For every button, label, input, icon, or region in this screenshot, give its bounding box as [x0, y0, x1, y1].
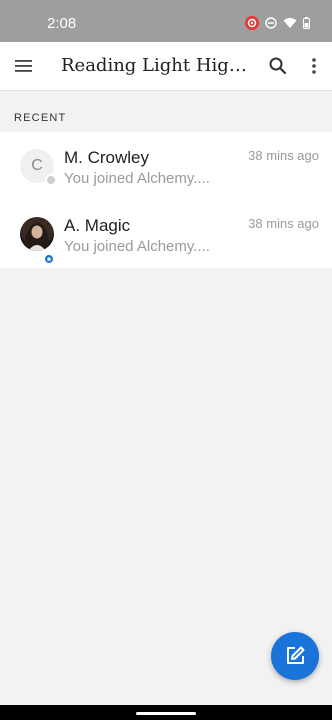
- page-title: Reading Light High Sc...: [61, 55, 257, 76]
- menu-button[interactable]: [12, 54, 36, 78]
- app-bar: Reading Light High Sc...: [0, 42, 332, 91]
- avatar: [20, 217, 54, 251]
- message-time: 38 mins ago: [248, 216, 319, 231]
- section-label: RECENT: [14, 112, 67, 124]
- wifi-icon: [283, 18, 297, 28]
- menu-icon: [15, 60, 32, 72]
- more-options-button[interactable]: [302, 54, 326, 78]
- message-time: 38 mins ago: [248, 148, 319, 163]
- search-icon: [269, 57, 287, 75]
- do-not-disturb-icon: [265, 17, 277, 29]
- status-badge: [45, 174, 57, 186]
- conversation-list: C M. Crowley You joined Alchemy.... 38 m…: [0, 132, 332, 268]
- home-gesture-handle[interactable]: [136, 712, 196, 715]
- avatar-initial: C: [31, 157, 43, 174]
- list-item[interactable]: A. Magic You joined Alchemy.... 38 mins …: [0, 200, 332, 268]
- status-bar: 2:08: [0, 0, 332, 42]
- list-item[interactable]: C M. Crowley You joined Alchemy.... 38 m…: [0, 132, 332, 200]
- status-time: 2:08: [47, 15, 77, 32]
- profile-photo: [24, 222, 50, 251]
- status-icons: [245, 15, 310, 31]
- message-preview: You joined Alchemy....: [64, 238, 210, 255]
- message-preview: You joined Alchemy....: [64, 170, 210, 187]
- compose-button[interactable]: [271, 632, 319, 680]
- search-button[interactable]: [267, 55, 289, 77]
- contact-name: M. Crowley: [64, 148, 150, 167]
- compose-icon: [287, 646, 305, 664]
- contact-name: A. Magic: [64, 216, 131, 235]
- more-vert-icon: [312, 58, 316, 74]
- record-icon: [245, 16, 259, 30]
- verified-badge: [43, 253, 55, 265]
- avatar: C: [20, 149, 57, 186]
- verified-icon: [46, 256, 52, 262]
- navigation-bar: [0, 705, 332, 720]
- battery-icon: [303, 17, 310, 29]
